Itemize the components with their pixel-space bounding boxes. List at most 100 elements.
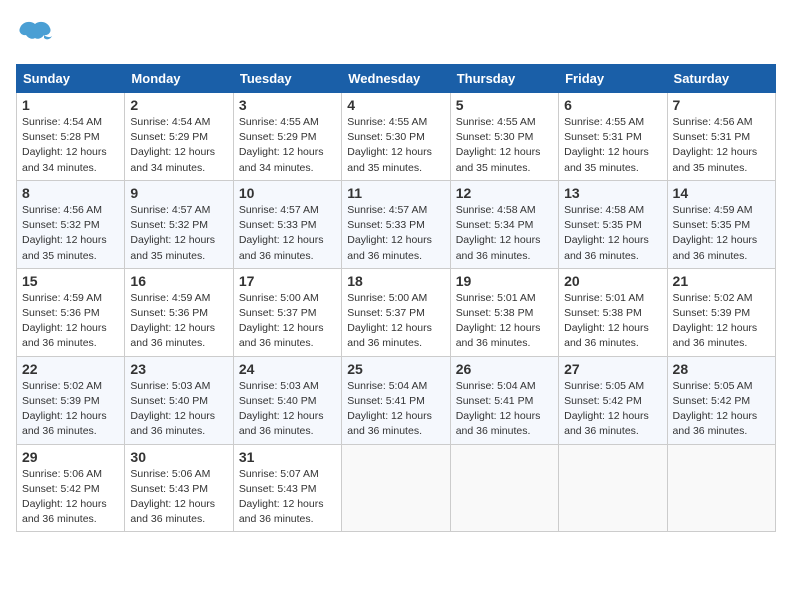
- day-detail: Sunrise: 5:04 AMSunset: 5:41 PMDaylight:…: [347, 380, 432, 438]
- day-detail: Sunrise: 5:00 AMSunset: 5:37 PMDaylight:…: [347, 292, 432, 350]
- day-detail: Sunrise: 5:06 AMSunset: 5:43 PMDaylight:…: [130, 468, 215, 526]
- page-header: [16, 16, 776, 54]
- calendar-cell: [450, 444, 558, 532]
- calendar-week-1: 1 Sunrise: 4:54 AMSunset: 5:28 PMDayligh…: [17, 93, 776, 181]
- calendar-cell: 9 Sunrise: 4:57 AMSunset: 5:32 PMDayligh…: [125, 180, 233, 268]
- weekday-header-sunday: Sunday: [17, 65, 125, 93]
- calendar-week-2: 8 Sunrise: 4:56 AMSunset: 5:32 PMDayligh…: [17, 180, 776, 268]
- calendar-cell: 23 Sunrise: 5:03 AMSunset: 5:40 PMDaylig…: [125, 356, 233, 444]
- day-number: 10: [239, 185, 336, 201]
- weekday-header-saturday: Saturday: [667, 65, 775, 93]
- day-number: 19: [456, 273, 553, 289]
- calendar-cell: 7 Sunrise: 4:56 AMSunset: 5:31 PMDayligh…: [667, 93, 775, 181]
- calendar-week-4: 22 Sunrise: 5:02 AMSunset: 5:39 PMDaylig…: [17, 356, 776, 444]
- calendar-cell: 4 Sunrise: 4:55 AMSunset: 5:30 PMDayligh…: [342, 93, 450, 181]
- calendar-cell: 6 Sunrise: 4:55 AMSunset: 5:31 PMDayligh…: [559, 93, 667, 181]
- day-number: 28: [673, 361, 770, 377]
- day-detail: Sunrise: 4:54 AMSunset: 5:29 PMDaylight:…: [130, 116, 215, 174]
- calendar-cell: 18 Sunrise: 5:00 AMSunset: 5:37 PMDaylig…: [342, 268, 450, 356]
- calendar-cell: 2 Sunrise: 4:54 AMSunset: 5:29 PMDayligh…: [125, 93, 233, 181]
- calendar-cell: 15 Sunrise: 4:59 AMSunset: 5:36 PMDaylig…: [17, 268, 125, 356]
- day-number: 11: [347, 185, 444, 201]
- day-number: 2: [130, 97, 227, 113]
- day-detail: Sunrise: 4:59 AMSunset: 5:36 PMDaylight:…: [22, 292, 107, 350]
- day-detail: Sunrise: 5:02 AMSunset: 5:39 PMDaylight:…: [22, 380, 107, 438]
- weekday-header-wednesday: Wednesday: [342, 65, 450, 93]
- day-detail: Sunrise: 4:59 AMSunset: 5:36 PMDaylight:…: [130, 292, 215, 350]
- calendar-cell: 8 Sunrise: 4:56 AMSunset: 5:32 PMDayligh…: [17, 180, 125, 268]
- day-detail: Sunrise: 4:56 AMSunset: 5:31 PMDaylight:…: [673, 116, 758, 174]
- calendar-week-3: 15 Sunrise: 4:59 AMSunset: 5:36 PMDaylig…: [17, 268, 776, 356]
- calendar-cell: 17 Sunrise: 5:00 AMSunset: 5:37 PMDaylig…: [233, 268, 341, 356]
- calendar-cell: 27 Sunrise: 5:05 AMSunset: 5:42 PMDaylig…: [559, 356, 667, 444]
- calendar-cell: 30 Sunrise: 5:06 AMSunset: 5:43 PMDaylig…: [125, 444, 233, 532]
- day-number: 1: [22, 97, 119, 113]
- day-number: 22: [22, 361, 119, 377]
- calendar-cell: 10 Sunrise: 4:57 AMSunset: 5:33 PMDaylig…: [233, 180, 341, 268]
- logo-icon: [16, 16, 54, 54]
- day-detail: Sunrise: 5:01 AMSunset: 5:38 PMDaylight:…: [456, 292, 541, 350]
- calendar-cell: 13 Sunrise: 4:58 AMSunset: 5:35 PMDaylig…: [559, 180, 667, 268]
- day-detail: Sunrise: 5:07 AMSunset: 5:43 PMDaylight:…: [239, 468, 324, 526]
- day-detail: Sunrise: 5:06 AMSunset: 5:42 PMDaylight:…: [22, 468, 107, 526]
- calendar-cell: 16 Sunrise: 4:59 AMSunset: 5:36 PMDaylig…: [125, 268, 233, 356]
- day-number: 21: [673, 273, 770, 289]
- weekday-header-thursday: Thursday: [450, 65, 558, 93]
- calendar-cell: [342, 444, 450, 532]
- weekday-header-friday: Friday: [559, 65, 667, 93]
- day-detail: Sunrise: 5:03 AMSunset: 5:40 PMDaylight:…: [130, 380, 215, 438]
- day-number: 26: [456, 361, 553, 377]
- calendar-week-5: 29 Sunrise: 5:06 AMSunset: 5:42 PMDaylig…: [17, 444, 776, 532]
- day-number: 27: [564, 361, 661, 377]
- calendar-cell: 24 Sunrise: 5:03 AMSunset: 5:40 PMDaylig…: [233, 356, 341, 444]
- calendar-cell: 31 Sunrise: 5:07 AMSunset: 5:43 PMDaylig…: [233, 444, 341, 532]
- day-detail: Sunrise: 4:55 AMSunset: 5:31 PMDaylight:…: [564, 116, 649, 174]
- day-number: 12: [456, 185, 553, 201]
- calendar-cell: 26 Sunrise: 5:04 AMSunset: 5:41 PMDaylig…: [450, 356, 558, 444]
- day-number: 16: [130, 273, 227, 289]
- calendar-cell: 12 Sunrise: 4:58 AMSunset: 5:34 PMDaylig…: [450, 180, 558, 268]
- day-detail: Sunrise: 5:05 AMSunset: 5:42 PMDaylight:…: [673, 380, 758, 438]
- day-number: 6: [564, 97, 661, 113]
- day-detail: Sunrise: 4:55 AMSunset: 5:29 PMDaylight:…: [239, 116, 324, 174]
- logo: [16, 16, 58, 54]
- calendar-cell: 28 Sunrise: 5:05 AMSunset: 5:42 PMDaylig…: [667, 356, 775, 444]
- day-number: 3: [239, 97, 336, 113]
- day-detail: Sunrise: 4:56 AMSunset: 5:32 PMDaylight:…: [22, 204, 107, 262]
- calendar-table: SundayMondayTuesdayWednesdayThursdayFrid…: [16, 64, 776, 532]
- day-number: 18: [347, 273, 444, 289]
- day-detail: Sunrise: 4:55 AMSunset: 5:30 PMDaylight:…: [456, 116, 541, 174]
- day-detail: Sunrise: 5:00 AMSunset: 5:37 PMDaylight:…: [239, 292, 324, 350]
- day-detail: Sunrise: 5:02 AMSunset: 5:39 PMDaylight:…: [673, 292, 758, 350]
- day-number: 9: [130, 185, 227, 201]
- calendar-cell: 21 Sunrise: 5:02 AMSunset: 5:39 PMDaylig…: [667, 268, 775, 356]
- day-number: 30: [130, 449, 227, 465]
- day-number: 14: [673, 185, 770, 201]
- calendar-body: 1 Sunrise: 4:54 AMSunset: 5:28 PMDayligh…: [17, 93, 776, 532]
- day-detail: Sunrise: 4:55 AMSunset: 5:30 PMDaylight:…: [347, 116, 432, 174]
- calendar-cell: 25 Sunrise: 5:04 AMSunset: 5:41 PMDaylig…: [342, 356, 450, 444]
- day-number: 8: [22, 185, 119, 201]
- calendar-header-row: SundayMondayTuesdayWednesdayThursdayFrid…: [17, 65, 776, 93]
- calendar-cell: 5 Sunrise: 4:55 AMSunset: 5:30 PMDayligh…: [450, 93, 558, 181]
- day-detail: Sunrise: 4:58 AMSunset: 5:34 PMDaylight:…: [456, 204, 541, 262]
- day-detail: Sunrise: 4:58 AMSunset: 5:35 PMDaylight:…: [564, 204, 649, 262]
- day-detail: Sunrise: 4:57 AMSunset: 5:33 PMDaylight:…: [239, 204, 324, 262]
- day-number: 7: [673, 97, 770, 113]
- calendar-cell: 3 Sunrise: 4:55 AMSunset: 5:29 PMDayligh…: [233, 93, 341, 181]
- day-number: 23: [130, 361, 227, 377]
- day-number: 29: [22, 449, 119, 465]
- calendar-cell: 11 Sunrise: 4:57 AMSunset: 5:33 PMDaylig…: [342, 180, 450, 268]
- day-number: 20: [564, 273, 661, 289]
- day-detail: Sunrise: 4:57 AMSunset: 5:32 PMDaylight:…: [130, 204, 215, 262]
- day-number: 17: [239, 273, 336, 289]
- day-number: 4: [347, 97, 444, 113]
- weekday-header-monday: Monday: [125, 65, 233, 93]
- day-number: 13: [564, 185, 661, 201]
- calendar-cell: 14 Sunrise: 4:59 AMSunset: 5:35 PMDaylig…: [667, 180, 775, 268]
- day-detail: Sunrise: 5:01 AMSunset: 5:38 PMDaylight:…: [564, 292, 649, 350]
- day-detail: Sunrise: 5:04 AMSunset: 5:41 PMDaylight:…: [456, 380, 541, 438]
- day-detail: Sunrise: 4:59 AMSunset: 5:35 PMDaylight:…: [673, 204, 758, 262]
- calendar-cell: [559, 444, 667, 532]
- day-number: 31: [239, 449, 336, 465]
